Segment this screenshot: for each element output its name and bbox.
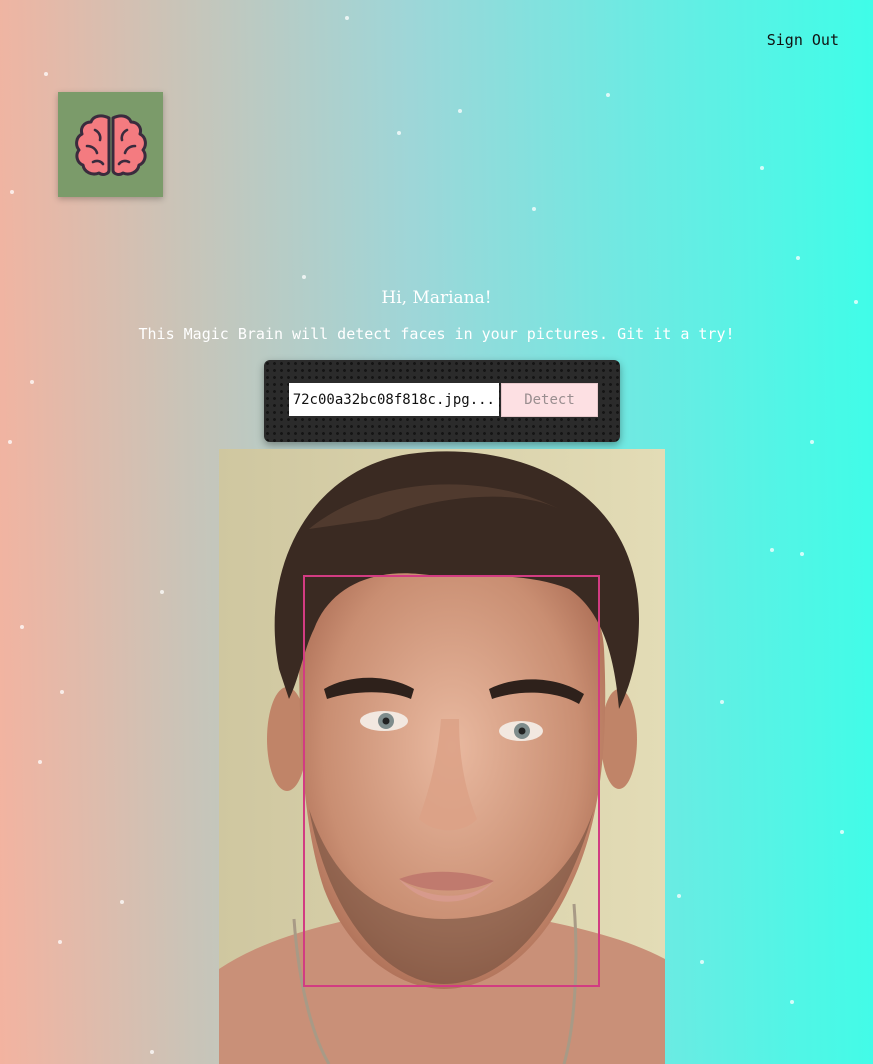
brain-icon [74,113,147,176]
image-url-input[interactable] [289,383,499,416]
input-photo [219,449,665,1064]
sign-out-link[interactable]: Sign Out [767,31,839,49]
detect-button[interactable]: Detect [501,383,598,417]
app-logo [58,92,163,197]
portrait-image [219,449,665,1064]
image-url-form: Detect [264,360,620,442]
tagline-text: This Magic Brain will detect faces in yo… [138,325,735,343]
greeting-title: Hi, Mariana! [381,288,492,308]
